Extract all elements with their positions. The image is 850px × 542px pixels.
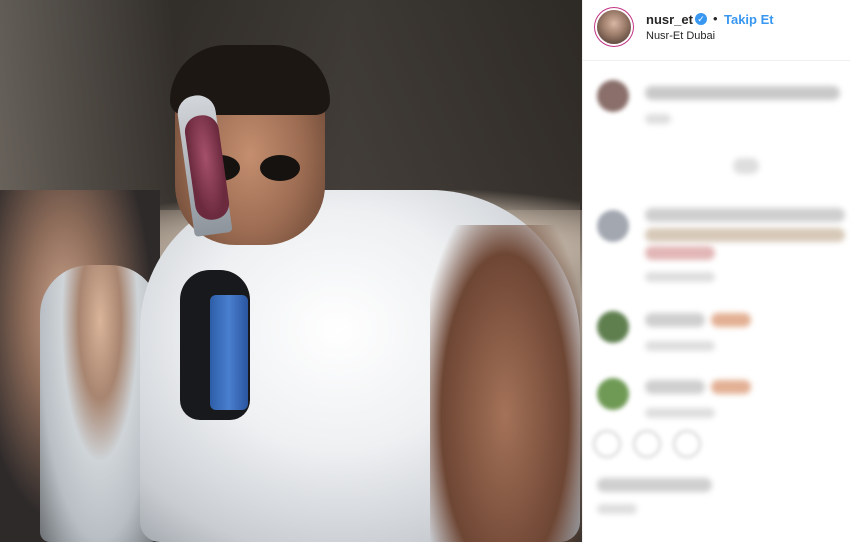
commenter-avatar <box>597 210 629 242</box>
comment-text-blurred <box>645 313 705 327</box>
comment-text-blurred <box>645 380 705 394</box>
separator-dot: • <box>713 11 718 26</box>
verified-badge-icon: ✓ <box>695 13 707 25</box>
comment-meta-blurred <box>645 408 715 418</box>
like-icon[interactable] <box>593 430 621 458</box>
replies-indicator-blurred <box>733 158 759 174</box>
comment-text-blurred <box>645 208 845 222</box>
comment-emoji-blurred <box>711 380 751 394</box>
username-link[interactable]: nusr_et <box>646 12 693 27</box>
comment-meta-blurred <box>645 272 715 282</box>
commenter-avatar <box>597 80 629 112</box>
view-replies-row <box>583 150 850 180</box>
comment-row <box>583 70 850 130</box>
chef-arm <box>430 225 580 542</box>
timestamp-blurred <box>597 504 637 514</box>
knife-handle <box>210 295 248 410</box>
post-header: nusr_et ✓ • Takip Et Nusr-Et Dubai <box>583 0 850 61</box>
comment-text-blurred <box>645 228 845 242</box>
comment-row <box>583 305 850 360</box>
comment-row <box>583 200 850 290</box>
location-link[interactable]: Nusr-Et Dubai <box>646 30 715 42</box>
post-side-panel: nusr_et ✓ • Takip Et Nusr-Et Dubai <box>582 0 850 542</box>
likes-summary <box>583 470 850 530</box>
chef-figure <box>140 45 580 542</box>
comment-meta-blurred <box>645 341 715 351</box>
follow-button[interactable]: Takip Et <box>724 12 774 27</box>
profile-avatar[interactable] <box>597 10 631 44</box>
comment-emoji-blurred <box>711 313 751 327</box>
likes-text-blurred <box>597 478 712 492</box>
post-image[interactable] <box>0 0 582 542</box>
commenter-avatar <box>597 311 629 343</box>
comment-meta-blurred <box>645 114 671 124</box>
share-icon[interactable] <box>673 430 701 458</box>
comment-text-blurred <box>645 86 840 100</box>
action-bar <box>593 430 733 460</box>
comment-icon[interactable] <box>633 430 661 458</box>
comment-text-blurred <box>645 246 715 260</box>
commenter-avatar <box>597 378 629 410</box>
comment-row <box>583 372 850 427</box>
